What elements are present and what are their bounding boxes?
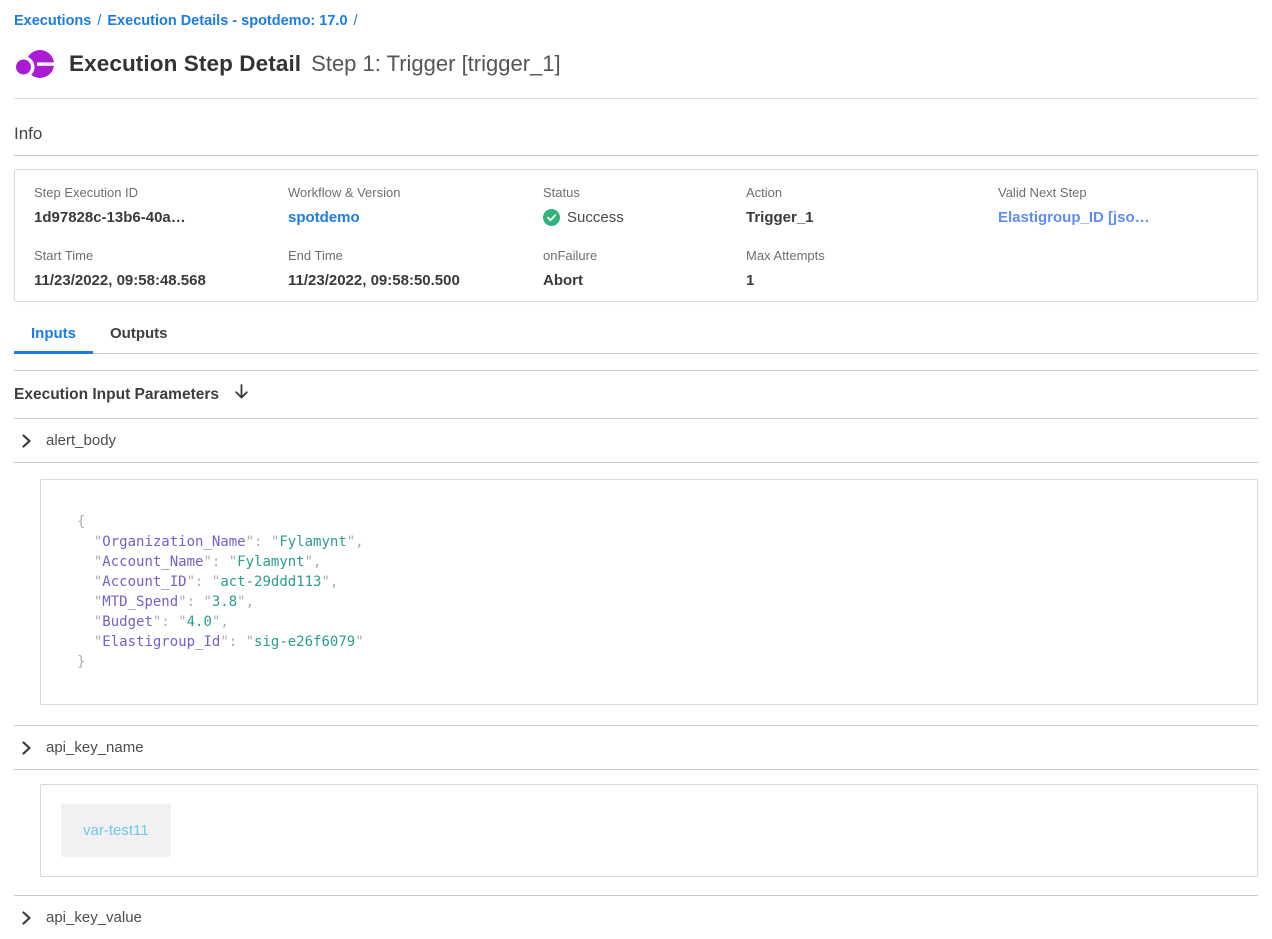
breadcrumb-link-execution-details[interactable]: Execution Details - spotdemo: 17.0	[107, 13, 347, 29]
workflow-link[interactable]: spotdemo	[288, 209, 543, 226]
info-field-workflow-version: Workflow & Version spotdemo	[288, 185, 543, 226]
info-field-empty	[998, 248, 1247, 289]
param-name: api_key_name	[46, 739, 144, 756]
divider	[14, 98, 1258, 99]
param-row-alert-body[interactable]: alert_body	[14, 419, 1258, 463]
execution-input-parameters-header[interactable]: Execution Input Parameters	[14, 371, 1258, 419]
field-value: Trigger_1	[746, 209, 998, 226]
field-label: Valid Next Step	[998, 185, 1247, 200]
field-label: Action	[746, 185, 998, 200]
param-name: api_key_value	[46, 909, 142, 926]
info-field-status: Status Success	[543, 185, 746, 226]
field-label: End Time	[288, 248, 543, 263]
tab-bar: Inputs Outputs	[14, 325, 1258, 354]
api-key-name-content-panel: var-test11	[40, 784, 1258, 877]
param-row-api-key-name[interactable]: api_key_name	[14, 725, 1258, 770]
alert-body-content-panel: { "Organization_Name": "Fylamynt", "Acco…	[40, 479, 1258, 705]
arrow-down-icon[interactable]	[234, 384, 249, 405]
param-name: alert_body	[46, 432, 116, 449]
info-field-valid-next-step: Valid Next Step Elastigroup_ID [jso…	[998, 185, 1247, 226]
field-label: onFailure	[543, 248, 746, 263]
info-field-end-time: End Time 11/23/2022, 09:58:50.500	[288, 248, 543, 289]
field-label: Step Execution ID	[34, 185, 288, 200]
info-field-max-attempts: Max Attempts 1	[746, 248, 998, 289]
chevron-right-icon	[21, 911, 32, 925]
divider	[14, 155, 1258, 156]
page-subtitle: Step 1: Trigger [trigger_1]	[311, 51, 560, 77]
page-header: Execution Step Detail Step 1: Trigger [t…	[14, 44, 1258, 84]
field-label: Max Attempts	[746, 248, 998, 263]
info-card: Step Execution ID 1d97828c-13b6-40a… Wor…	[14, 169, 1258, 302]
field-label: Status	[543, 185, 746, 200]
info-section-heading: Info	[14, 124, 1258, 144]
info-field-action: Action Trigger_1	[746, 185, 998, 226]
status-text: Success	[567, 209, 624, 226]
breadcrumb-link-executions[interactable]: Executions	[14, 13, 91, 29]
tab-outputs[interactable]: Outputs	[93, 325, 185, 354]
breadcrumb-separator: /	[97, 13, 101, 29]
success-check-icon	[543, 209, 560, 226]
field-value: 11/23/2022, 09:58:48.568	[34, 272, 288, 289]
breadcrumb-separator: /	[354, 13, 358, 29]
status-badge: Success	[543, 209, 746, 226]
api-key-name-value: var-test11	[61, 804, 171, 857]
chevron-right-icon	[21, 434, 32, 448]
field-value: 1	[746, 272, 998, 289]
tab-inputs[interactable]: Inputs	[14, 325, 93, 354]
alert-body-json-code: { "Organization_Name": "Fylamynt", "Acco…	[77, 512, 1221, 672]
breadcrumb: Executions / Execution Details - spotdemo:…	[14, 0, 1258, 29]
field-value: 11/23/2022, 09:58:50.500	[288, 272, 543, 289]
field-value: Abort	[543, 272, 746, 289]
fylamynt-logo-icon	[14, 46, 57, 83]
info-field-onfailure: onFailure Abort	[543, 248, 746, 289]
valid-next-step-link[interactable]: Elastigroup_ID [jso…	[998, 209, 1247, 226]
param-row-api-key-value[interactable]: api_key_value	[14, 895, 1258, 939]
field-value: 1d97828c-13b6-40a…	[34, 209, 288, 226]
field-label: Workflow & Version	[288, 185, 543, 200]
chevron-right-icon	[21, 741, 32, 755]
execution-input-parameters-label: Execution Input Parameters	[14, 386, 219, 404]
field-label: Start Time	[34, 248, 288, 263]
execution-step-detail-page: Executions / Execution Details - spotdemo:…	[0, 0, 1272, 939]
info-field-step-execution-id: Step Execution ID 1d97828c-13b6-40a…	[34, 185, 288, 226]
page-title: Execution Step Detail	[69, 51, 301, 77]
info-field-start-time: Start Time 11/23/2022, 09:58:48.568	[34, 248, 288, 289]
